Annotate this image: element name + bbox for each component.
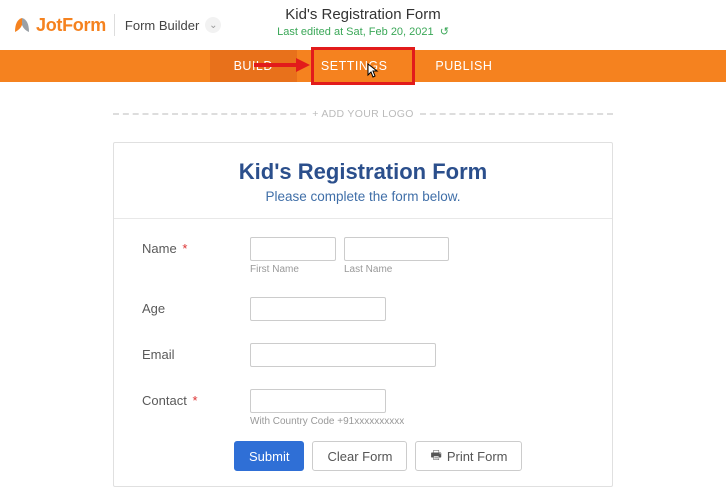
tab-bar: BUILD SETTINGS PUBLISH <box>0 50 726 82</box>
print-icon: 🖶 <box>430 446 441 467</box>
form-card: Kid's Registration Form Please complete … <box>113 142 613 487</box>
name-label: Name * <box>142 237 250 256</box>
clear-form-button[interactable]: Clear Form <box>312 441 407 471</box>
last-name-sublabel: Last Name <box>344 264 449 275</box>
submit-button-label: Submit <box>249 449 289 464</box>
first-name-sublabel: First Name <box>250 264 336 275</box>
divider <box>114 14 115 36</box>
required-mark: * <box>192 393 197 408</box>
contact-input[interactable] <box>250 389 386 413</box>
card-body: Name * First Name Last Name Age <box>114 219 612 485</box>
revert-icon[interactable]: ↺ <box>440 25 449 38</box>
tab-settings[interactable]: SETTINGS <box>297 50 412 82</box>
print-button-label: Print Form <box>447 449 508 464</box>
chevron-down-icon[interactable]: ⌄ <box>205 17 221 33</box>
top-bar: JotForm Form Builder ⌄ Kid's Registratio… <box>0 0 726 50</box>
logo[interactable]: JotForm <box>12 15 106 36</box>
last-edited-row: Last edited at Sat, Feb 20, 2021 ↺ <box>277 25 449 38</box>
tab-publish-label: PUBLISH <box>435 59 492 73</box>
card-title: Kid's Registration Form <box>134 159 592 185</box>
last-edited-text: Last edited at Sat, Feb 20, 2021 <box>277 26 434 38</box>
field-contact: Contact * With Country Code +91xxxxxxxxx… <box>142 389 584 427</box>
canvas: + ADD YOUR LOGO Kid's Registration Form … <box>0 82 726 487</box>
name-label-text: Name <box>142 241 177 256</box>
logo-text: JotForm <box>36 15 106 36</box>
form-title[interactable]: Kid's Registration Form <box>277 6 449 23</box>
tab-settings-label: SETTINGS <box>321 59 388 73</box>
tab-build-label: BUILD <box>234 59 273 73</box>
contact-hint: With Country Code +91xxxxxxxxxx <box>250 416 404 427</box>
logo-icon <box>12 15 32 35</box>
print-form-button[interactable]: 🖶 Print Form <box>415 441 522 471</box>
required-mark: * <box>182 241 187 256</box>
card-subtitle: Please complete the form below. <box>134 189 592 204</box>
builder-label: Form Builder <box>125 18 199 33</box>
field-email: Email <box>142 343 584 367</box>
tab-build[interactable]: BUILD <box>210 50 297 82</box>
title-block: Kid's Registration Form Last edited at S… <box>277 6 449 38</box>
email-label: Email <box>142 343 250 362</box>
tab-publish[interactable]: PUBLISH <box>411 50 516 82</box>
first-name-input[interactable] <box>250 237 336 261</box>
dash-left <box>113 113 306 115</box>
button-row: Submit Clear Form 🖶 Print Form <box>234 441 584 471</box>
card-header[interactable]: Kid's Registration Form Please complete … <box>114 143 612 219</box>
age-input[interactable] <box>250 297 386 321</box>
dash-right <box>420 113 613 115</box>
age-label: Age <box>142 297 250 316</box>
field-name: Name * First Name Last Name <box>142 237 584 275</box>
contact-label: Contact * <box>142 389 250 408</box>
last-name-input[interactable] <box>344 237 449 261</box>
contact-label-text: Contact <box>142 393 187 408</box>
add-logo-row[interactable]: + ADD YOUR LOGO <box>113 108 613 120</box>
clear-button-label: Clear Form <box>327 449 392 464</box>
email-input[interactable] <box>250 343 436 367</box>
submit-button[interactable]: Submit <box>234 441 304 471</box>
field-age: Age <box>142 297 584 321</box>
add-logo-text: + ADD YOUR LOGO <box>312 108 413 120</box>
